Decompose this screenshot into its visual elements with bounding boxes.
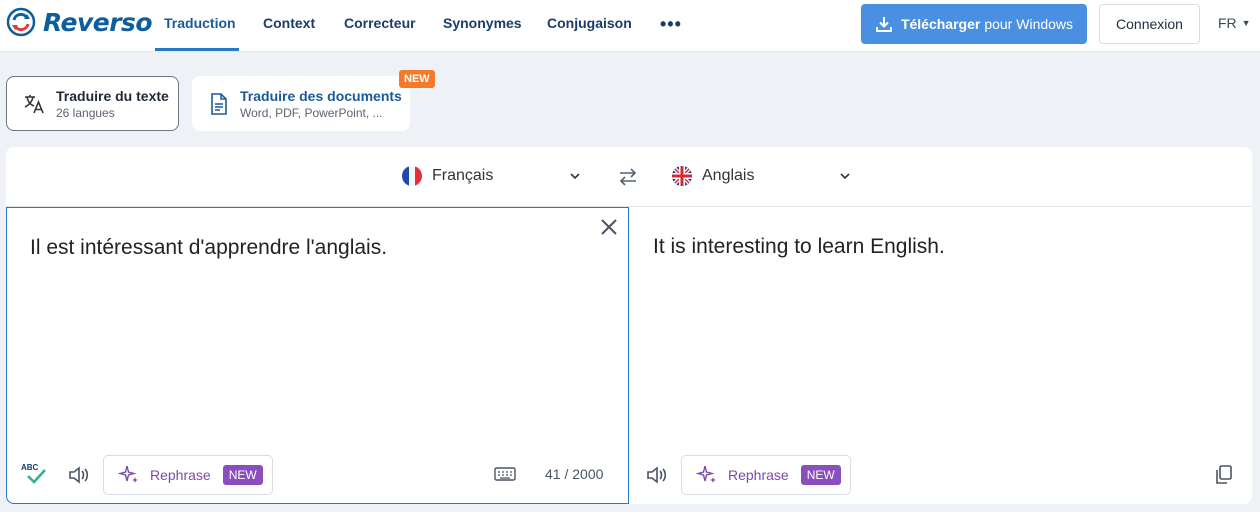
chevron-down-icon[interactable] xyxy=(568,169,582,183)
source-text-area[interactable]: Il est intéressant d'apprendre l'anglais… xyxy=(6,207,629,504)
target-language-selector[interactable]: Anglais xyxy=(672,166,754,186)
mode-text-title: Traduire du texte xyxy=(56,87,169,104)
translate-icon xyxy=(24,94,44,113)
rephrase-new-badge: NEW xyxy=(800,465,841,485)
download-label-rest: pour Windows xyxy=(984,16,1074,32)
target-text: It is interesting to learn English. xyxy=(653,235,945,258)
rephrase-label: Rephrase xyxy=(150,467,211,483)
rephrase-target-button[interactable]: Rephrase NEW xyxy=(681,455,851,495)
spellcheck-icon: ABC xyxy=(21,463,46,484)
keyboard-icon[interactable] xyxy=(494,466,516,482)
mode-text-subtitle: 26 langues xyxy=(56,105,115,120)
nav-more-button[interactable]: ••• xyxy=(660,14,682,35)
download-windows-button[interactable]: Télécharger pour Windows xyxy=(861,4,1087,44)
document-icon xyxy=(211,92,227,115)
character-count: 41 / 2000 xyxy=(545,466,604,482)
logo-text: Reverso xyxy=(43,7,153,37)
login-button[interactable]: Connexion xyxy=(1099,4,1200,44)
mode-docs-title: Traduire des documents xyxy=(240,87,402,104)
download-icon xyxy=(875,17,892,32)
close-icon[interactable] xyxy=(599,217,619,237)
chevron-down-icon[interactable] xyxy=(838,169,852,183)
download-label-bold: Télécharger xyxy=(900,16,981,32)
caret-down-icon: ▼ xyxy=(1241,18,1251,28)
mode-translate-text[interactable]: Traduire du texte 26 langues xyxy=(6,76,179,131)
source-text[interactable]: Il est intéressant d'apprendre l'anglais… xyxy=(30,236,387,260)
copy-icon[interactable] xyxy=(1214,464,1234,486)
france-flag-icon xyxy=(402,166,422,186)
sparkle-icon xyxy=(118,465,138,483)
ui-language-selector[interactable]: FR ▼ xyxy=(1218,15,1251,31)
target-language-label: Anglais xyxy=(702,167,755,184)
translator-panel: Français Anglais Il est intéressant d'ap… xyxy=(6,147,1252,504)
mode-translate-documents[interactable]: Traduire des documents Word, PDF, PowerP… xyxy=(192,76,410,131)
spellcheck-button[interactable]: ABC xyxy=(20,461,48,492)
reverso-logo-icon xyxy=(6,7,36,37)
rephrase-new-badge: NEW xyxy=(222,465,263,485)
nav-context[interactable]: Context xyxy=(263,15,315,31)
sparkle-icon xyxy=(696,465,716,483)
language-row: Français Anglais xyxy=(6,147,1252,207)
speaker-icon[interactable] xyxy=(67,464,91,486)
spellcheck-abc: ABC xyxy=(21,463,39,472)
nav-active-indicator xyxy=(155,48,239,51)
top-header: Reverso Traduction Context Correcteur Sy… xyxy=(0,0,1260,52)
ui-language-label: FR xyxy=(1218,15,1237,31)
nav-conjugaison[interactable]: Conjugaison xyxy=(547,15,632,31)
speaker-icon[interactable] xyxy=(645,464,669,486)
swap-languages-icon[interactable] xyxy=(617,167,639,187)
nav-traduction[interactable]: Traduction xyxy=(164,15,236,31)
source-language-selector[interactable]: Français xyxy=(402,166,493,186)
docs-new-badge: NEW xyxy=(399,70,435,88)
mode-docs-subtitle: Word, PDF, PowerPoint, ... xyxy=(240,105,383,120)
rephrase-source-button[interactable]: Rephrase NEW xyxy=(103,455,273,495)
nav-synonymes[interactable]: Synonymes xyxy=(443,15,522,31)
nav-correcteur[interactable]: Correcteur xyxy=(344,15,416,31)
uk-flag-icon xyxy=(672,166,692,186)
rephrase-label: Rephrase xyxy=(728,467,789,483)
reverso-logo[interactable]: Reverso xyxy=(6,7,153,37)
source-language-label: Français xyxy=(432,167,494,184)
